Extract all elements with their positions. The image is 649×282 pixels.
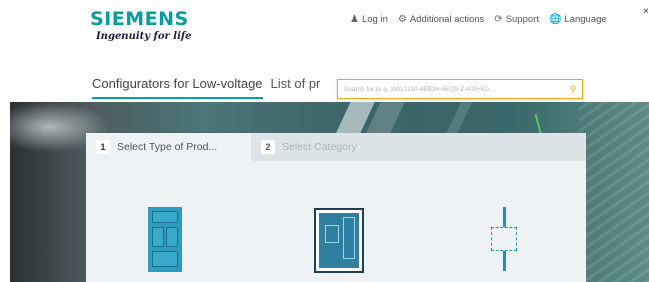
support-icon: ⟳ — [494, 14, 503, 25]
search-box[interactable]: ⚲ — [337, 79, 583, 99]
product-type-list — [86, 161, 586, 282]
acb-icon[interactable] — [314, 208, 364, 273]
login-label: Log in — [361, 14, 388, 25]
login-link[interactable]: ♟ Log in — [350, 14, 388, 25]
step-label: Select Category — [282, 141, 357, 153]
step-number: 2 — [261, 140, 275, 154]
support-link[interactable]: ⟳ Support — [494, 14, 539, 25]
brand-logo[interactable]: SIEMENS Ingenuity for life — [90, 9, 192, 42]
brand-tagline: Ingenuity for life — [96, 31, 192, 42]
configurator-wizard: 1 Select Type of Prod... 2 Select Catego… — [86, 133, 586, 282]
breaker-detail — [152, 211, 178, 223]
step-label: Select Type of Prod... — [117, 141, 218, 153]
tab-configurators[interactable]: Configurators for Low-voltage — [92, 76, 263, 99]
search-input[interactable] — [338, 84, 564, 94]
additional-actions-label: Additional actions — [409, 14, 485, 25]
additional-actions-link[interactable]: ⚙ Additional actions — [398, 14, 484, 25]
step-number: 1 — [96, 140, 110, 154]
brand-name: SIEMENS — [90, 8, 189, 30]
language-label: Language — [564, 14, 607, 25]
disconnector-terminal — [503, 251, 506, 271]
disconnector-body — [491, 227, 517, 251]
header-actions: ♟ Log in ⚙ Additional actions ⟳ Support … — [350, 14, 607, 25]
acb-body — [319, 213, 359, 268]
tab-list-of-products[interactable]: List of pr — [271, 76, 321, 99]
user-icon: ♟ — [350, 14, 359, 25]
breaker-detail — [166, 227, 178, 247]
wizard-steps: 1 Select Type of Prod... 2 Select Catego… — [86, 133, 586, 161]
breaker-detail — [152, 251, 178, 267]
step-select-category[interactable]: 2 Select Category — [251, 133, 416, 161]
close-icon[interactable]: × — [643, 6, 649, 17]
breaker-icon[interactable] — [148, 207, 182, 272]
disconnector-terminal — [503, 207, 506, 227]
steps-filler — [416, 133, 586, 161]
language-link[interactable]: 🌐 Language — [549, 14, 607, 25]
globe-icon: 🌐 — [548, 14, 562, 25]
search-icon[interactable]: ⚲ — [564, 84, 582, 95]
main-nav: Configurators for Low-voltage List of pr — [92, 76, 320, 99]
hero-wire-pattern — [579, 102, 649, 282]
breaker-detail — [152, 227, 164, 247]
disconnector-icon[interactable] — [489, 207, 519, 271]
step-select-type[interactable]: 1 Select Type of Prod... — [86, 133, 251, 161]
support-label: Support — [505, 14, 539, 25]
acb-detail — [325, 225, 339, 243]
gear-icon: ⚙ — [397, 14, 407, 25]
acb-detail — [343, 217, 355, 259]
